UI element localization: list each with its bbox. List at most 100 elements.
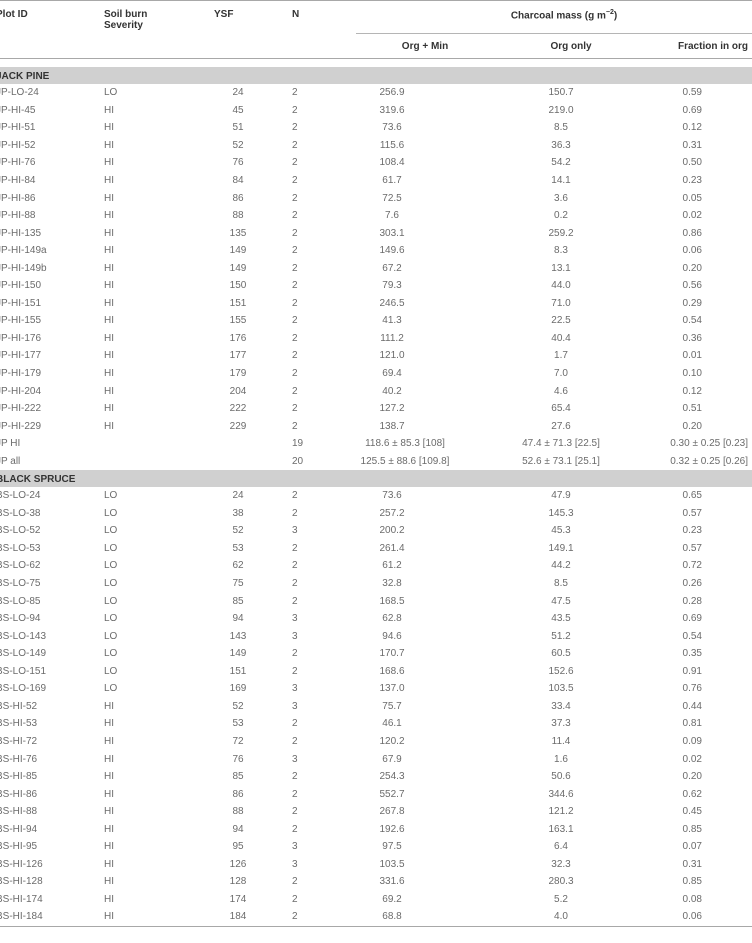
cell-sev: HI: [104, 403, 114, 415]
cell-ysf: 135: [229, 227, 247, 239]
table-row: JP-HI-150 HI 150 2 79.3 44.0 0.56: [0, 277, 752, 295]
cell-n: 2: [292, 104, 298, 116]
cell-n: 2: [292, 771, 298, 783]
cell-fr: 0.23: [682, 525, 702, 537]
cell-n: 2: [292, 718, 298, 730]
cell-id: BS-LO-149: [0, 648, 47, 660]
cell-om: 137.0: [379, 683, 405, 695]
cell-ysf: 151: [229, 665, 247, 677]
cell-fr: 0.59: [682, 87, 702, 99]
cell-id: BS-LO-143: [0, 630, 47, 642]
cell-n: 2: [292, 542, 298, 554]
cell-n: 2: [292, 262, 298, 274]
cell-ysf: 184: [214, 908, 292, 927]
cell-oo: 36.3: [551, 139, 571, 151]
cell-om: 127.2: [379, 403, 405, 415]
cell-id: BS-HI-86: [0, 788, 38, 800]
cell-id: JP all: [0, 455, 21, 467]
cell-id: JP-HI-176: [0, 332, 42, 344]
cell-fr: 0.91: [682, 665, 702, 677]
cell-fr: 0.57: [682, 507, 702, 519]
cell-oo: 5.2: [554, 893, 568, 905]
cell-fr: 0.50: [682, 157, 702, 169]
table-row: JP-LO-24 LO 24 2 256.9 150.7 0.59: [0, 84, 752, 102]
cell-fr: 0.51: [682, 403, 702, 415]
header-n: N: [292, 9, 300, 20]
table-row: BS-HI-85 HI 85 2 254.3 50.6 0.20: [0, 768, 752, 786]
cell-id: BS-HI-52: [0, 700, 38, 712]
cell-fr: 0.08: [682, 893, 702, 905]
cell-om: 46.1: [382, 718, 402, 730]
cell-oo: 149.1: [548, 542, 574, 554]
table-row: JP-HI-52 HI 52 2 115.6 36.3 0.31: [0, 137, 752, 155]
cell-id: BS-LO-169: [0, 683, 47, 695]
table-row: BS-LO-169 LO 169 3 137.0 103.5 0.76: [0, 680, 752, 698]
header-org-only: Org only: [550, 40, 592, 52]
header-org-min: Org + Min: [401, 40, 449, 52]
cell-oo: 60.5: [551, 648, 571, 660]
cell-id: BS-LO-85: [0, 595, 41, 607]
cell-ysf: 86: [232, 788, 244, 800]
cell-ysf: 88: [232, 210, 244, 222]
cell-n: 2: [292, 315, 298, 327]
cell-sev: HI: [104, 368, 114, 380]
cell-oo: 0.2: [554, 210, 568, 222]
cell-n: 2: [292, 490, 298, 502]
cell-om: 61.7: [382, 175, 402, 186]
cell-om: 7.6: [385, 210, 399, 222]
cell-id: BS-HI-126: [0, 858, 43, 870]
cell-n: 2: [292, 665, 298, 677]
cell-sev: LO: [104, 630, 118, 642]
cell-oo: 4.0: [494, 908, 648, 927]
cell-sev: HI: [104, 385, 114, 397]
header-spacer: [0, 59, 752, 68]
cell-ysf: 149: [229, 245, 247, 257]
cell-fr: 0.69: [682, 104, 702, 116]
cell-n: 3: [292, 841, 298, 853]
cell-sev: HI: [104, 841, 114, 853]
cell-id: BS-LO-62: [0, 560, 41, 572]
cell-fr: 0.06: [648, 908, 752, 927]
cell-fr: 0.10: [682, 368, 702, 380]
cell-ysf: 169: [229, 683, 247, 695]
cell-oo: 13.1: [551, 262, 571, 274]
cell-n: 2: [292, 876, 298, 888]
cell-om: 246.5: [379, 297, 405, 309]
cell-n: 2: [292, 823, 298, 835]
table-row: BS-LO-151 LO 151 2 168.6 152.6 0.91: [0, 663, 752, 681]
cell-sev: LO: [104, 507, 118, 519]
table-row: JP-HI-176 HI 176 2 111.2 40.4 0.36: [0, 330, 752, 348]
cell-n: 2: [292, 507, 298, 519]
cell-sev: HI: [104, 332, 114, 344]
cell-ysf: 85: [232, 595, 244, 607]
cell-n: 3: [292, 525, 298, 537]
cell-sev: LO: [104, 665, 118, 677]
group-label: JACK PINE: [0, 67, 752, 84]
cell-sev: HI: [104, 280, 114, 292]
group-header-row: JACK PINE: [0, 67, 752, 84]
cell-id: JP-HI-45: [0, 104, 36, 116]
cell-fr: 0.02: [682, 210, 702, 222]
cell-sev: HI: [104, 753, 114, 765]
cell-sev: HI: [104, 122, 114, 134]
table-row: BS-HI-95 HI 95 3 97.5 6.4 0.07: [0, 838, 752, 856]
cell-id: BS-HI-53: [0, 718, 38, 730]
group-header-row: BLACK SPRUCE: [0, 470, 752, 488]
cell-ysf: 151: [229, 297, 247, 309]
cell-fr: 0.54: [682, 630, 702, 642]
cell-n: 2: [292, 139, 298, 151]
cell-id: BS-HI-184: [0, 908, 104, 927]
table-row: BS-HI-128 HI 128 2 331.6 280.3 0.85: [0, 873, 752, 891]
cell-fr: 0.28: [682, 595, 702, 607]
table-body: JACK PINE JP-LO-24 LO 24 2 256.9 150.7 0.59 JP-H…: [0, 59, 752, 927]
cell-sev: HI: [104, 876, 114, 888]
cell-fr: 0.81: [682, 718, 702, 730]
cell-id: BS-LO-24: [0, 490, 41, 502]
cell-ysf: [214, 435, 292, 453]
cell-sev: HI: [104, 245, 114, 257]
cell-om: 69.4: [382, 368, 402, 380]
cell-n: 2: [292, 403, 298, 415]
cell-n: 2: [292, 893, 298, 905]
table-row: JP-HI-151 HI 151 2 246.5 71.0 0.29: [0, 295, 752, 313]
cell-ysf: 126: [229, 858, 247, 870]
